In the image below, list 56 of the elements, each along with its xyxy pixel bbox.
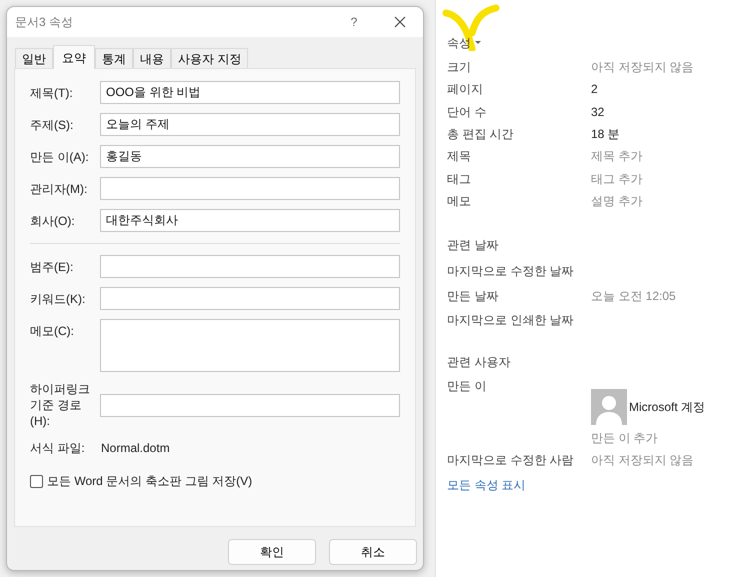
help-button[interactable]: ? <box>331 7 377 37</box>
property-value: 2 <box>591 81 598 98</box>
memo-field[interactable] <box>100 319 400 372</box>
modified-by-label: 마지막으로 수정한 사람 <box>447 452 575 469</box>
property-label: 페이지 <box>447 81 484 98</box>
text-field[interactable]: 오늘의 주제 <box>100 113 400 136</box>
text-field[interactable] <box>100 177 400 200</box>
window-title: 문서3 속성 <box>15 14 74 31</box>
tab[interactable]: 통계 <box>95 48 133 68</box>
tab[interactable]: 요약 <box>53 45 95 69</box>
date-label: 마지막으로 수정한 날짜 <box>447 263 575 280</box>
tab[interactable]: 일반 <box>15 48 53 68</box>
text-field[interactable] <box>100 255 400 278</box>
field-label: 범주(E): <box>30 258 74 274</box>
property-value: 18 분 <box>591 126 620 144</box>
field-label: 키워드(K): <box>30 290 86 306</box>
tab[interactable]: 사용자 지정 <box>171 48 248 68</box>
template-value: Normal.dotm <box>101 440 170 457</box>
field-label: 만든 이(A): <box>30 148 90 166</box>
text-field[interactable] <box>100 394 400 416</box>
author-label: 만든 이 <box>447 378 488 393</box>
tab[interactable]: 내용 <box>133 48 171 68</box>
property-label: 단어 수 <box>447 104 488 121</box>
author-name: Microsoft 계정 <box>629 398 706 416</box>
property-value: 32 <box>591 104 604 121</box>
field-label: 메모(C): <box>30 323 75 340</box>
template-label: 서식 파일: <box>30 440 86 457</box>
text-field[interactable]: 대한주식회사 <box>100 209 400 232</box>
show-all-properties-link[interactable]: 모든 속성 표시 <box>447 476 741 494</box>
field-label: 회사(O): <box>30 212 76 230</box>
checkbox-label: 모든 Word 문서의 축소판 그림 저장(V) <box>47 473 252 490</box>
field-label: 하이퍼링크 기준 경로(H): <box>30 381 91 429</box>
date-label: 마지막으로 인쇄한 날짜 <box>447 312 575 330</box>
section-heading: 관련 날짜 <box>447 237 500 254</box>
text-field[interactable]: 홍길동 <box>100 145 400 168</box>
dialog-button[interactable]: 취소 <box>329 539 417 565</box>
date-value: 오늘 오전 12:05 <box>591 288 676 305</box>
field-label: 주제(S): <box>30 116 74 134</box>
close-icon <box>394 16 406 28</box>
field-label: 제목(T): <box>30 84 74 102</box>
avatar-icon <box>591 388 627 425</box>
highlight-mark <box>442 3 500 51</box>
caret-icon <box>475 41 481 45</box>
section-heading: 관련 사용자 <box>447 354 512 371</box>
dialog-button[interactable]: 확인 <box>228 539 316 565</box>
property-label: 총 편집 시간 <box>447 126 515 144</box>
checkbox[interactable] <box>30 474 43 488</box>
text-field[interactable] <box>100 287 400 310</box>
modified-by-value: 아직 저장되지 않음 <box>591 452 694 469</box>
property-label: 메모 <box>447 192 472 210</box>
property-label: 태그 <box>447 170 472 188</box>
property-label: 제목 <box>447 148 472 166</box>
text-field[interactable]: OOO을 위한 비법 <box>100 81 400 104</box>
date-label: 만든 날짜 <box>447 288 500 305</box>
field-label: 관리자(M): <box>30 180 88 198</box>
property-label: 크기 <box>447 59 472 76</box>
